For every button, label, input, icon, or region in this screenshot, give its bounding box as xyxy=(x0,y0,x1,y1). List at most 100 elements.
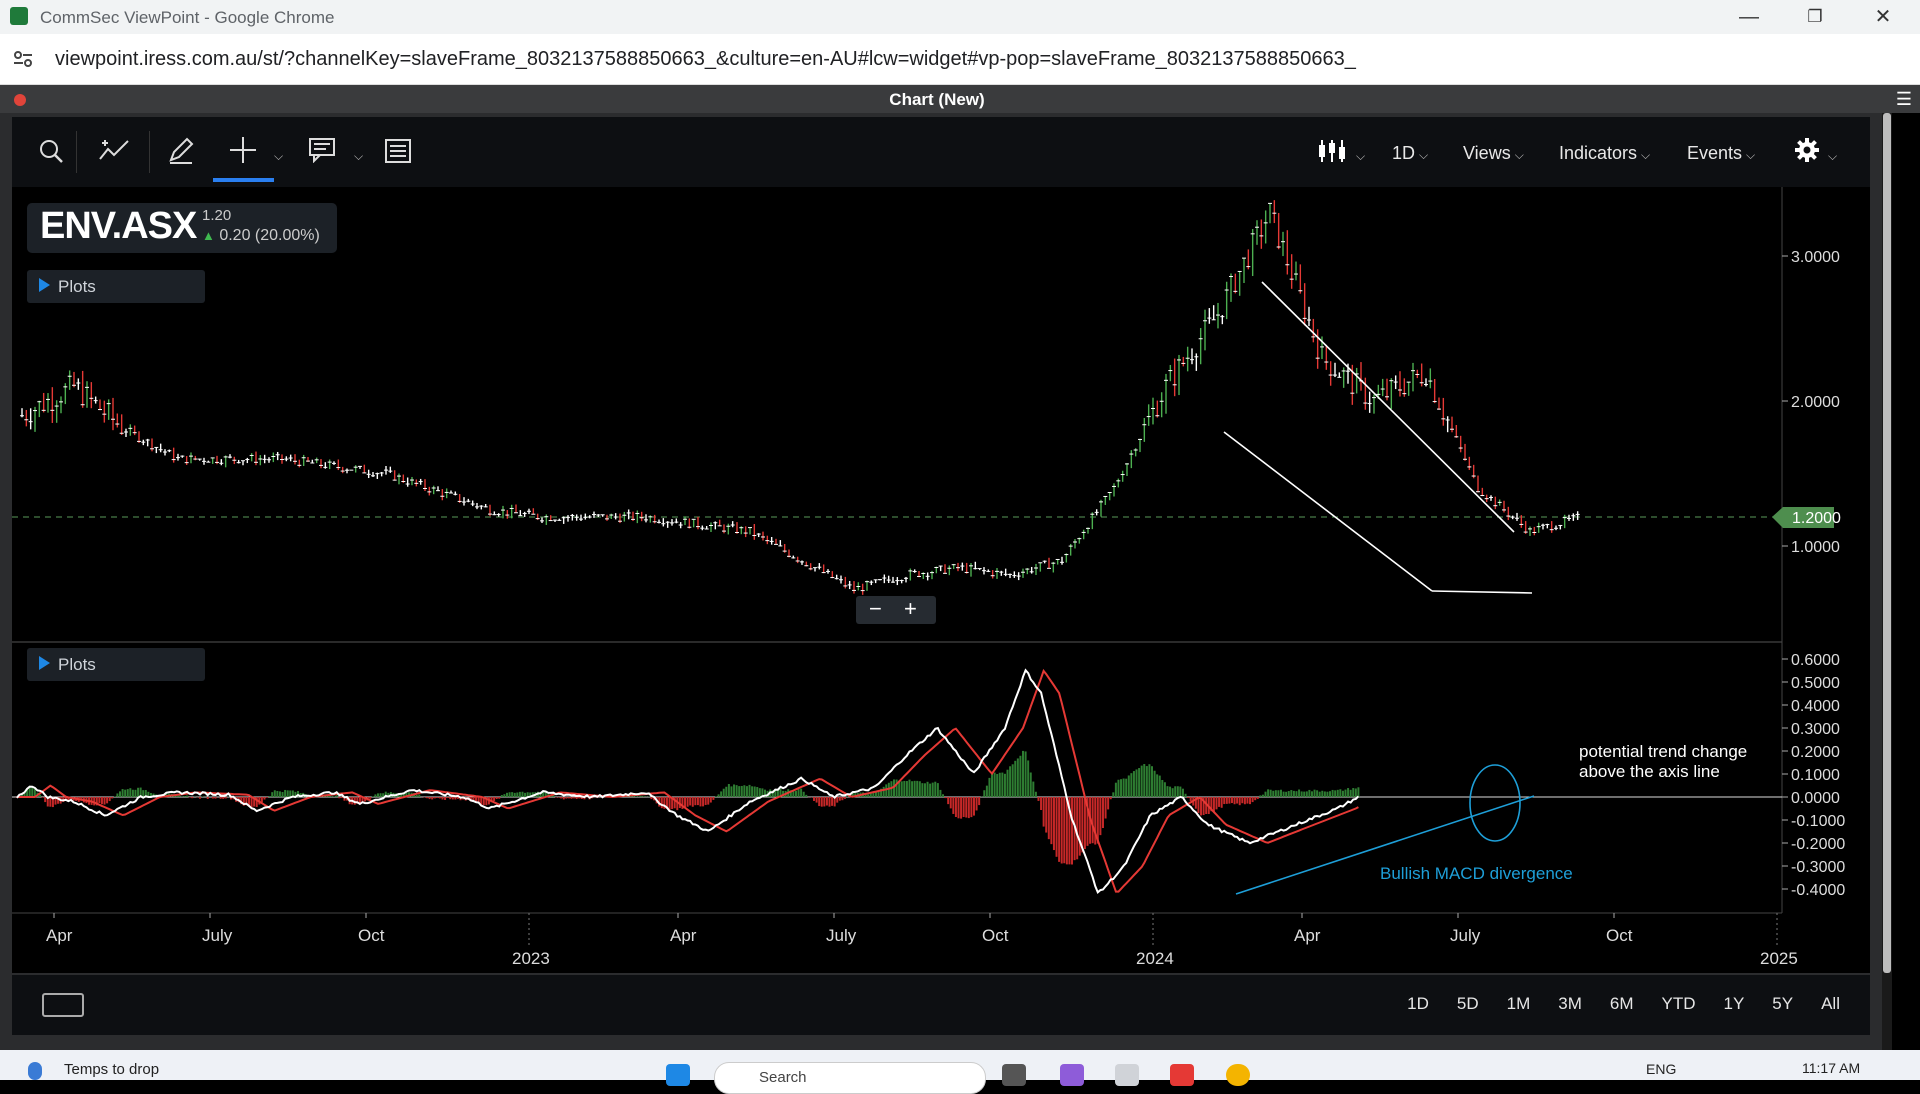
interval-button[interactable]: 1D ⌵ xyxy=(1392,143,1428,164)
url-text[interactable]: viewpoint.iress.com.au/st/?channelKey=sl… xyxy=(55,48,1356,71)
x-tick-label: Oct xyxy=(982,926,1009,945)
range-buttons: 1D 5D 1M 3M 6M YTD 1Y 5Y All xyxy=(1379,994,1840,1014)
crosshair-chevron-icon[interactable]: ⌵ xyxy=(274,149,283,164)
range-bar: 1D 5D 1M 3M 6M YTD 1Y 5Y All xyxy=(12,975,1870,1035)
x-tick-label: July xyxy=(1450,926,1481,945)
views-button[interactable]: Views ⌵ xyxy=(1463,143,1524,164)
macd-tick-label: -0.1000 xyxy=(1791,813,1845,830)
chrome-icon[interactable] xyxy=(1226,1064,1250,1086)
range-1y[interactable]: 1Y xyxy=(1724,994,1745,1013)
restore-button[interactable]: ❐ xyxy=(1792,4,1838,30)
annotation-trend-change-2: above the axis line xyxy=(1579,762,1720,781)
os-taskbar: Temps to drop Search ENG 11:17 AM xyxy=(0,1050,1920,1094)
range-1d[interactable]: 1D xyxy=(1407,994,1429,1013)
chevron-down-icon: ⌵ xyxy=(1641,148,1651,162)
indicators-button[interactable]: Indicators ⌵ xyxy=(1559,143,1650,164)
site-settings-icon[interactable] xyxy=(12,48,34,70)
copilot-icon[interactable] xyxy=(1060,1064,1084,1086)
zoom-control: − + xyxy=(856,596,936,624)
price-change-value: 0.20 (20.00%) xyxy=(219,227,320,244)
minimize-button[interactable]: — xyxy=(1726,4,1772,30)
comment-icon[interactable] xyxy=(308,137,336,163)
plots-label: Plots xyxy=(58,277,96,296)
macd-tick-label: 0.5000 xyxy=(1791,675,1840,692)
macd-tick-label: 0.4000 xyxy=(1791,698,1840,715)
weather-text[interactable]: Temps to drop xyxy=(64,1061,159,1078)
indicators-label: Indicators xyxy=(1559,143,1638,163)
panel-header: Chart (New) ☰ xyxy=(0,85,1920,113)
macd-tick-label: -0.4000 xyxy=(1791,882,1845,899)
language-indicator[interactable]: ENG xyxy=(1646,1061,1676,1077)
annotation-divergence: Bullish MACD divergence xyxy=(1380,864,1573,883)
chart-area[interactable]: potential trend change above the axis li… xyxy=(12,187,1870,973)
taskbar-search[interactable]: Search xyxy=(714,1062,986,1094)
range-5d[interactable]: 5D xyxy=(1457,994,1479,1013)
ticker-box: ENV.ASX 1.20 ▲ 0.20 (20.00%) xyxy=(27,203,337,253)
plots-label: Plots xyxy=(58,655,96,674)
chevron-down-icon: ⌵ xyxy=(1746,148,1756,162)
year-tick-label: 2023 xyxy=(512,949,550,968)
macd-tick-label: -0.3000 xyxy=(1791,859,1845,876)
draw-line-icon[interactable] xyxy=(98,137,130,165)
address-bar: viewpoint.iress.com.au/st/?channelKey=sl… xyxy=(0,34,1920,85)
x-tick-label: Apr xyxy=(670,926,697,945)
macd-tick-label: 0.2000 xyxy=(1791,744,1840,761)
search-placeholder: Search xyxy=(759,1069,807,1086)
upper-trendline xyxy=(1261,281,1515,533)
comment-chevron-icon[interactable]: ⌵ xyxy=(354,149,363,164)
list-icon[interactable] xyxy=(384,138,412,164)
range-ytd[interactable]: YTD xyxy=(1662,994,1696,1013)
events-button[interactable]: Events ⌵ xyxy=(1687,143,1755,164)
youtube-icon[interactable] xyxy=(1170,1064,1194,1086)
plots-toggle-price[interactable]: Plots xyxy=(27,270,205,303)
price-tick-label: 1.0000 xyxy=(1791,539,1840,556)
close-button[interactable]: ✕ xyxy=(1860,4,1906,30)
up-arrow-icon: ▲ xyxy=(202,228,215,243)
macd-tick-label: 0.6000 xyxy=(1791,652,1840,669)
interval-label: 1D xyxy=(1392,143,1416,163)
range-3m[interactable]: 3M xyxy=(1558,994,1582,1013)
panel-title: Chart (New) xyxy=(889,90,985,109)
last-price-label: 1.2000 xyxy=(1792,510,1841,527)
settings-chevron-icon[interactable]: ⌵ xyxy=(1828,149,1837,164)
taskview-icon[interactable] xyxy=(1002,1064,1026,1086)
hamburger-icon[interactable]: ☰ xyxy=(1896,89,1912,110)
x-tick-label: July xyxy=(202,926,233,945)
macd-tick-label: 0.0000 xyxy=(1791,790,1840,807)
range-5y[interactable]: 5Y xyxy=(1772,994,1793,1013)
price-and-macd-chart[interactable]: potential trend change above the axis li… xyxy=(12,187,1870,973)
annotation-trend-change-1: potential trend change xyxy=(1579,742,1747,761)
macd-tick-label: 0.3000 xyxy=(1791,721,1840,738)
zoom-in-button[interactable]: + xyxy=(904,596,917,622)
range-6m[interactable]: 6M xyxy=(1610,994,1634,1013)
clock[interactable]: 11:17 AM xyxy=(1802,1060,1860,1076)
app-icon[interactable] xyxy=(1115,1064,1139,1086)
pencil-icon[interactable] xyxy=(166,135,196,165)
price-change: ▲ 0.20 (20.00%) xyxy=(202,227,320,245)
plots-toggle-macd[interactable]: Plots xyxy=(27,648,205,681)
x-tick-label: Apr xyxy=(1294,926,1321,945)
lower-trendline xyxy=(1223,431,1433,592)
search-icon[interactable] xyxy=(37,137,65,165)
crosshair-icon[interactable] xyxy=(228,135,258,165)
x-tick-label: Oct xyxy=(358,926,385,945)
play-icon xyxy=(39,656,50,670)
range-all[interactable]: All xyxy=(1821,994,1840,1013)
chart-toolbar: ⌵ ⌵ ⌵ 1D ⌵ Views ⌵ Indicators ⌵ Events ⌵ ⌵ xyxy=(12,117,1870,187)
vertical-scrollbar[interactable] xyxy=(1882,113,1892,1050)
x-tick-label: Apr xyxy=(46,926,73,945)
keyboard-icon[interactable] xyxy=(42,993,84,1017)
zoom-out-button[interactable]: − xyxy=(869,596,882,622)
chevron-down-icon: ⌵ xyxy=(1514,148,1524,162)
window-title: CommSec ViewPoint - Google Chrome xyxy=(40,8,335,27)
weather-icon[interactable] xyxy=(28,1062,42,1080)
windows-start-icon[interactable] xyxy=(666,1064,690,1086)
range-1m[interactable]: 1M xyxy=(1507,994,1531,1013)
chart-type-chevron-icon[interactable]: ⌵ xyxy=(1356,149,1365,164)
gear-icon[interactable] xyxy=(1794,137,1820,163)
candles-icon[interactable] xyxy=(1317,137,1347,165)
scrollbar-thumb[interactable] xyxy=(1883,113,1891,973)
price-tick-label: 2.0000 xyxy=(1791,394,1840,411)
year-tick-label: 2025 xyxy=(1760,949,1798,968)
support-line xyxy=(1431,590,1533,594)
